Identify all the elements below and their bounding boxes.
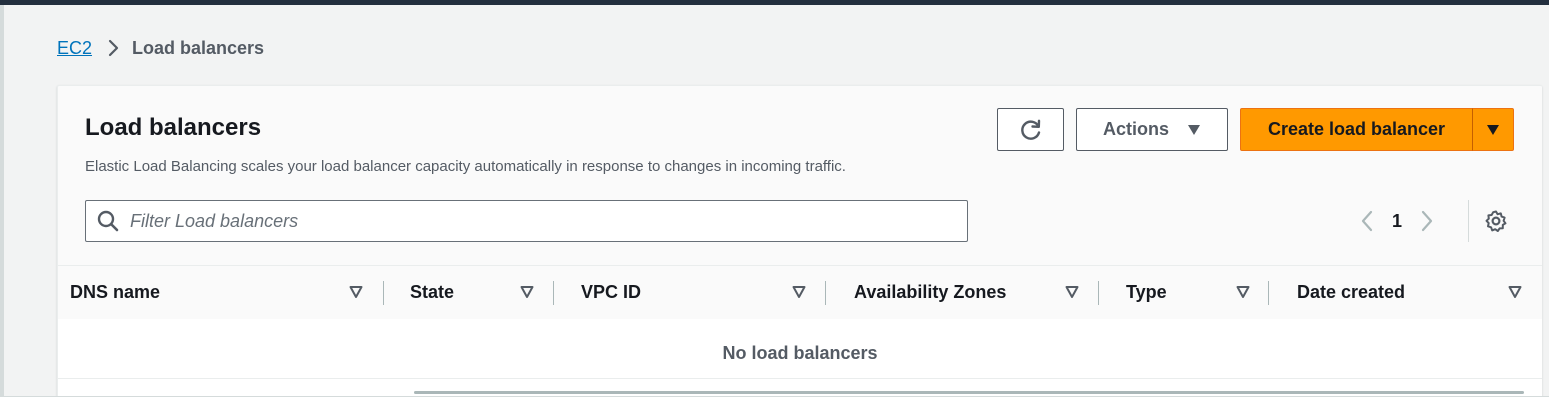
column-resizer[interactable] — [1098, 281, 1099, 305]
column-label: Type — [1126, 282, 1167, 302]
create-load-balancer-button[interactable]: Create load balancer — [1240, 108, 1473, 151]
current-page-number[interactable]: 1 — [1384, 211, 1410, 232]
column-header-date-created[interactable]: Date created — [1297, 266, 1405, 319]
page-title: Load balancers — [85, 114, 262, 141]
sort-caret-icon[interactable] — [1508, 285, 1522, 299]
column-header-dns-name[interactable]: DNS name — [70, 266, 160, 319]
side-navigation-edge — [0, 5, 4, 403]
pagination: 1 — [1350, 204, 1444, 238]
column-header-state[interactable]: State — [410, 266, 454, 319]
sort-caret-icon[interactable] — [1065, 285, 1079, 299]
gear-icon — [1484, 209, 1508, 233]
sort-caret-icon[interactable] — [1236, 285, 1250, 299]
empty-state-message: No load balancers — [722, 343, 878, 363]
sort-caret-icon[interactable] — [349, 285, 363, 299]
page-description: Elastic Load Balancing scales your load … — [85, 158, 846, 175]
column-label: Date created — [1297, 282, 1406, 302]
refresh-icon — [1018, 117, 1044, 143]
column-header-availability-zones[interactable]: Availability Zones — [854, 266, 1006, 319]
horizontal-scrollbar[interactable] — [414, 391, 1524, 394]
previous-page-button[interactable] — [1350, 204, 1384, 238]
caret-down-icon — [1486, 124, 1500, 136]
filter-search-box — [85, 200, 968, 242]
actions-dropdown-button[interactable]: Actions — [1076, 108, 1228, 151]
sort-caret-icon[interactable] — [520, 285, 534, 299]
actions-label: Actions — [1102, 119, 1169, 139]
column-resizer[interactable] — [1268, 281, 1269, 305]
load-balancers-panel: Load balancers Elastic Load Balancing sc… — [57, 85, 1542, 404]
breadcrumb-link-ec2[interactable]: EC2 — [57, 38, 92, 59]
chevron-left-icon — [1359, 210, 1375, 232]
table-header: DNS name State VPC ID Availability Zones… — [58, 265, 1542, 320]
breadcrumb-current: Load balancers — [132, 37, 265, 58]
toolbar-divider — [1468, 200, 1469, 242]
refresh-button[interactable] — [997, 108, 1064, 151]
column-label: VPC ID — [581, 282, 642, 302]
sort-caret-icon[interactable] — [792, 285, 806, 299]
table-preferences-button[interactable] — [1479, 204, 1513, 238]
breadcrumb: EC2 Load balancers — [57, 36, 264, 60]
create-load-balancer-label: Create load balancer — [1267, 119, 1446, 139]
chevron-right-icon — [106, 39, 122, 57]
caret-down-icon — [1187, 124, 1201, 136]
column-label: State — [410, 282, 455, 302]
row-divider — [58, 378, 1542, 379]
next-page-button[interactable] — [1410, 204, 1444, 238]
column-resizer[interactable] — [383, 281, 384, 305]
column-label: DNS name — [70, 282, 161, 302]
top-navigation-bar — [0, 0, 1549, 5]
column-resizer[interactable] — [825, 281, 826, 305]
search-icon — [97, 210, 119, 232]
filter-input[interactable] — [130, 206, 950, 236]
column-resizer[interactable] — [553, 281, 554, 305]
chevron-right-icon — [1419, 210, 1435, 232]
column-header-type[interactable]: Type — [1126, 266, 1167, 319]
create-options-dropdown-button[interactable] — [1472, 108, 1514, 151]
column-header-vpc-id[interactable]: VPC ID — [581, 266, 641, 319]
column-label: Availability Zones — [854, 282, 1007, 302]
